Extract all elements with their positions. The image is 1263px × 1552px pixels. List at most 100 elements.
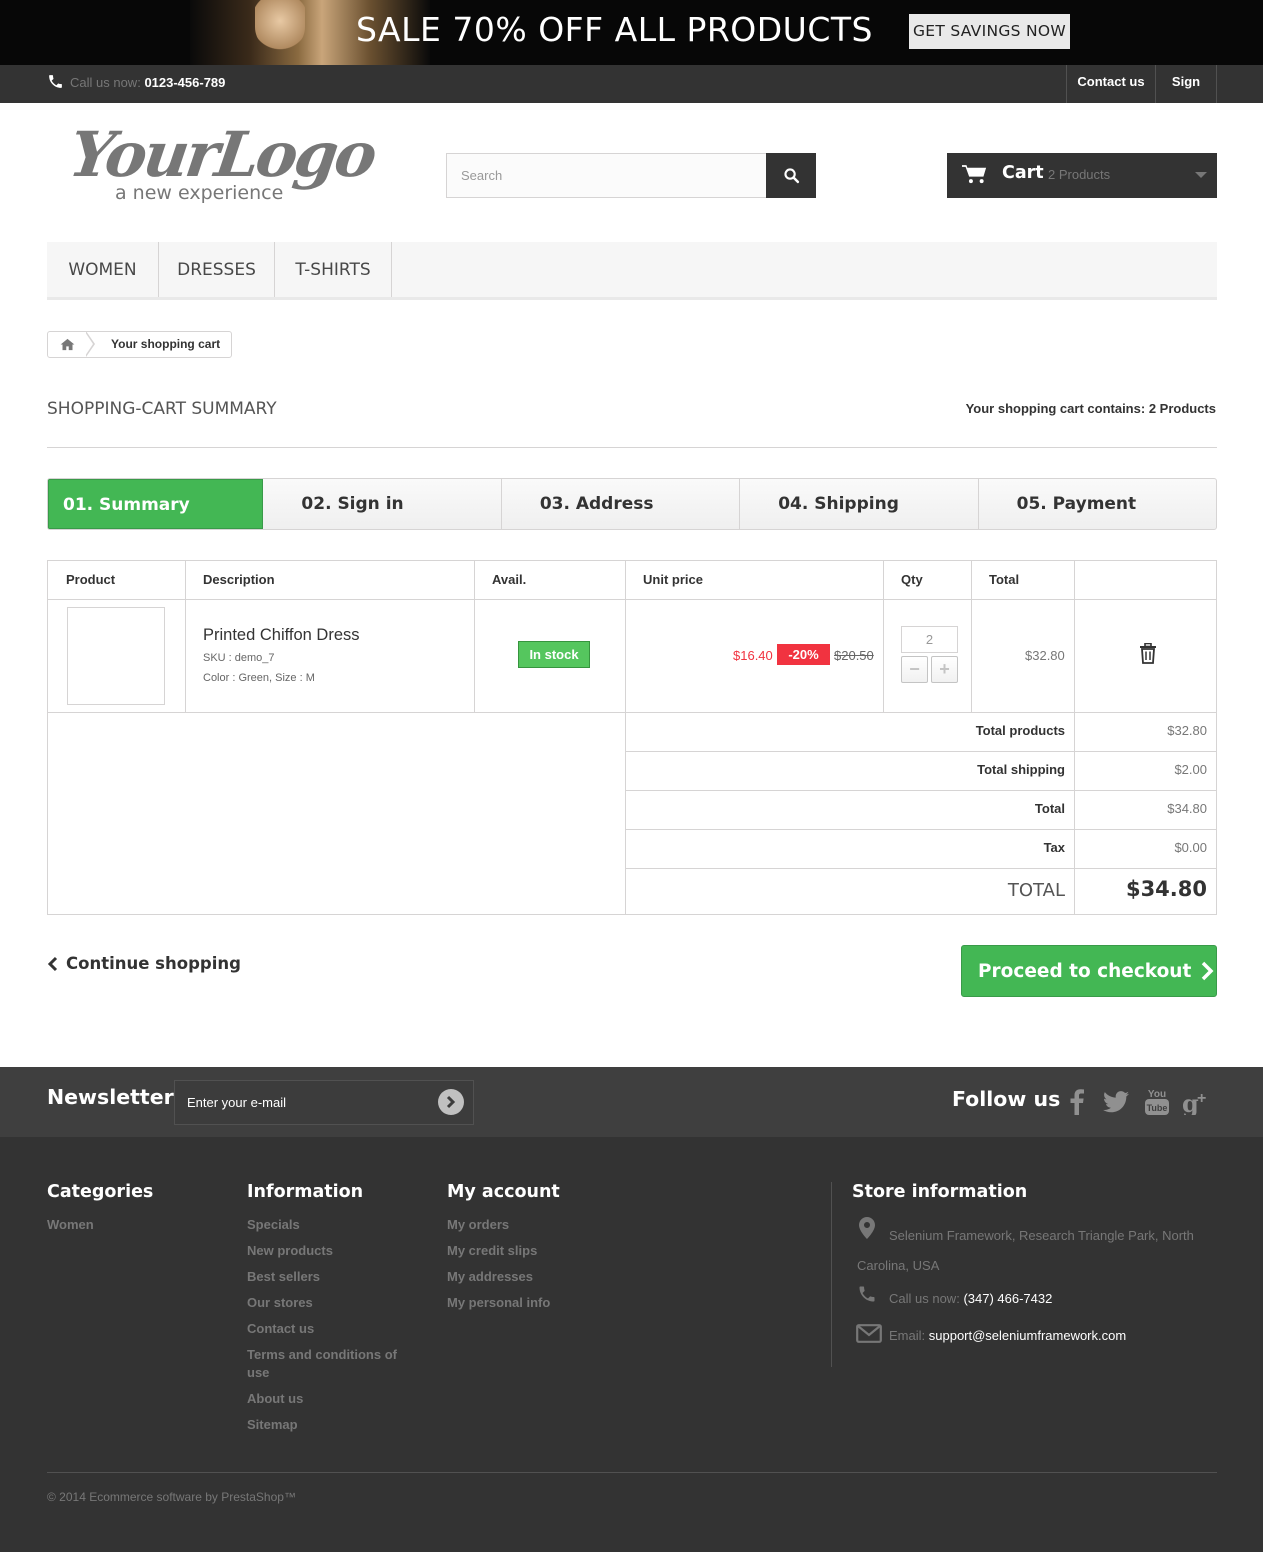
footer-bottom-divider [47,1472,1217,1473]
store-address: Selenium Framework, Research Triangle Pa… [857,1228,1194,1273]
proceed-to-checkout-button[interactable]: Proceed to checkout [961,945,1217,997]
footer-link-new-products[interactable]: New products [247,1242,333,1260]
delete-item-button[interactable] [1139,642,1159,665]
menu-item-tshirts[interactable]: T-SHIRTS [275,242,392,297]
footer-account-title: My account [447,1182,560,1202]
step-summary[interactable]: 01. Summary [48,479,264,529]
table-row-divider [626,751,1216,752]
search-input[interactable] [446,153,767,198]
grand-total-value: $34.80 [1125,877,1207,901]
quantity-decrease-button[interactable]: − [901,656,928,683]
footer-link-best-sellers[interactable]: Best sellers [247,1268,320,1286]
summary-label-total: Total [1034,801,1065,816]
continue-shopping-label: Continue shopping [66,954,241,973]
cart-icon [962,164,987,187]
table-row-divider [626,790,1216,791]
summary-label-total-products: Total products [975,723,1065,738]
google-plus-icon[interactable]: g + [1181,1085,1213,1119]
store-phone-label: Call us now: [889,1291,960,1306]
newsletter-submit-button[interactable] [438,1089,464,1115]
footer-link-our-stores[interactable]: Our stores [247,1294,313,1312]
promo-banner[interactable]: SALE 70% OFF ALL PRODUCTS GET SAVINGS NO… [0,0,1263,65]
summary-label-tax: Tax [1043,840,1065,855]
footer: Categories Women Information Specials Ne… [0,1137,1263,1552]
summary-value-total-products: $32.80 [1167,723,1207,738]
checkout-steps: 01. Summary 02. Sign in 03. Address 04. … [47,478,1217,530]
svg-text:Tube: Tube [1147,1103,1168,1113]
quantity-increase-button[interactable]: + [931,656,958,683]
header-total: Total [989,572,1020,587]
site-logo[interactable]: YourLogo [65,118,379,191]
cart-contains-label: Your shopping cart contains: [965,401,1146,416]
footer-categories-title: Categories [47,1182,154,1202]
cart-table: Product Description Avail. Unit price Qt… [47,560,1217,915]
store-email: Email: support@seleniumframework.com [889,1328,1126,1343]
product-sku: SKU : demo_7 [203,652,275,664]
store-email-link[interactable]: support@seleniumframework.com [929,1328,1126,1343]
footer-link-my-orders[interactable]: My orders [447,1216,509,1234]
menu-item-dresses[interactable]: DRESSES [159,242,275,297]
menu-item-women[interactable]: WOMEN [47,242,159,297]
envelope-icon [856,1324,882,1346]
product-name-link[interactable]: Printed Chiffon Dress [203,626,360,645]
unit-price: $16.40 [733,648,773,663]
newsletter-title: Newsletter [47,1085,174,1109]
table-row-divider [48,599,1216,600]
footer-link-specials[interactable]: Specials [247,1216,300,1234]
table-col-divider [971,561,972,712]
chevron-down-icon [1195,172,1207,178]
breadcrumb-separator-inner [85,332,93,356]
footer-link-terms[interactable]: Terms and conditions of use [247,1346,417,1382]
call-us-phone: 0123-456-789 [144,75,226,90]
contact-us-link[interactable]: Contact us [1066,65,1155,103]
footer-link-about-us[interactable]: About us [247,1390,303,1408]
availability-badge: In stock [518,641,590,668]
home-icon [60,338,74,351]
footer-link-women[interactable]: Women [47,1216,94,1234]
step-sign-in: 02. Sign in [263,479,502,529]
facebook-icon[interactable] [1063,1085,1091,1119]
header-unit-price: Unit price [643,572,703,587]
get-savings-button[interactable]: GET SAVINGS NOW [909,14,1070,49]
cart-contains-value: 2 Products [1148,401,1216,416]
footer-link-sitemap[interactable]: Sitemap [247,1416,298,1434]
search-button[interactable] [766,153,816,198]
divider [47,447,1217,448]
product-image[interactable] [67,607,165,705]
phone-icon [47,73,65,91]
newsletter-bar: Newsletter Follow us You Tube g+ [0,1067,1263,1137]
step-payment: 05. Payment [1016,494,1137,514]
minus-icon: − [909,659,920,679]
cart-button[interactable]: Cart 2 Products [947,153,1217,198]
breadcrumb: Your shopping cart [47,331,232,358]
youtube-icon[interactable]: You Tube [1142,1085,1172,1119]
footer-link-my-addresses[interactable]: My addresses [447,1268,533,1286]
newsletter-email-input[interactable] [174,1080,474,1125]
old-price: $20.50 [834,648,874,663]
footer-link-my-credit-slips[interactable]: My credit slips [447,1242,537,1260]
copyright-text[interactable]: © 2014 Ecommerce software by PrestaShop™ [47,1490,296,1504]
product-attributes-link[interactable]: Color : Green, Size : M [203,672,315,684]
page-title: SHOPPING-CART SUMMARY [47,399,277,419]
table-row-divider [626,868,1216,869]
footer-link-my-personal-info[interactable]: My personal info [447,1294,550,1312]
breadcrumb-home[interactable] [48,332,86,357]
line-total: $32.80 [1025,648,1065,663]
quantity-input[interactable] [901,626,958,653]
twitter-icon[interactable] [1102,1085,1130,1119]
sign-in-link[interactable]: Sign in [1155,65,1217,123]
chevron-left-icon [47,956,58,971]
footer-information-title: Information [247,1182,364,1202]
summary-value-total-shipping: $2.00 [1174,762,1207,777]
follow-us-title: Follow us [952,1087,1061,1111]
footer-link-contact-us[interactable]: Contact us [247,1320,314,1338]
footer-store-title: Store information [852,1182,1028,1202]
continue-shopping-link[interactable]: Continue shopping [47,954,241,973]
banner-model-face [255,0,305,52]
header-product: Product [66,572,116,587]
banner-title: SALE 70% OFF ALL PRODUCTS [356,10,873,49]
table-col-divider [883,561,884,712]
step-shipping: 04. Shipping [740,479,979,529]
header-description: Description [203,572,275,587]
summary-value-total: $34.80 [1167,801,1207,816]
